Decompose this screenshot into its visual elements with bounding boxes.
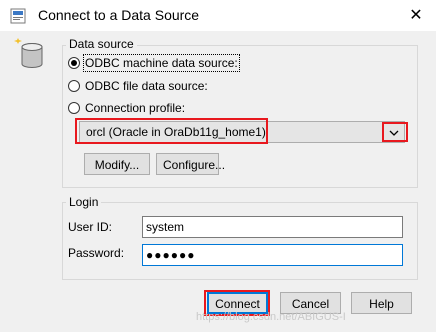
title-bar: Connect to a Data Source ✕ — [0, 0, 436, 31]
profile-dropdown-value: orcl (Oracle in OraDb11g_home1) — [86, 125, 266, 139]
data-source-group-label: Data source — [66, 37, 137, 51]
radio-button[interactable] — [68, 80, 80, 92]
user-id-label: User ID: — [68, 220, 113, 234]
login-group-label: Login — [66, 195, 102, 209]
radio-button[interactable] — [68, 57, 80, 69]
chevron-down-icon[interactable] — [388, 127, 400, 137]
radio-button[interactable] — [68, 102, 80, 114]
password-label: Password: — [68, 246, 125, 260]
radio-connection-profile[interactable]: Connection profile: — [68, 101, 268, 117]
radio-label: Connection profile: — [85, 101, 186, 115]
close-button[interactable]: ✕ — [396, 0, 436, 31]
configure-button[interactable]: Configure... — [156, 153, 225, 175]
modify-button[interactable]: Modify... — [84, 153, 150, 175]
profile-dropdown[interactable]: orcl (Oracle in OraDb11g_home1) — [79, 121, 405, 143]
help-button[interactable]: Help — [351, 292, 412, 314]
data-source-icon — [10, 8, 26, 24]
radio-odbc-machine[interactable]: ODBC machine data source: — [68, 54, 268, 72]
database-icon — [12, 38, 46, 72]
login-group — [62, 202, 418, 280]
password-field[interactable]: ●●●●●● — [142, 244, 403, 266]
radio-label: ODBC file data source: — [85, 79, 208, 93]
radio-label: ODBC machine data source: — [83, 54, 240, 72]
radio-odbc-file[interactable]: ODBC file data source: — [68, 79, 268, 95]
window-title: Connect to a Data Source — [38, 7, 200, 23]
watermark-text: https://blog.csdn.net/ABIGUS-I — [196, 311, 346, 323]
user-id-field[interactable]: system — [142, 216, 403, 238]
